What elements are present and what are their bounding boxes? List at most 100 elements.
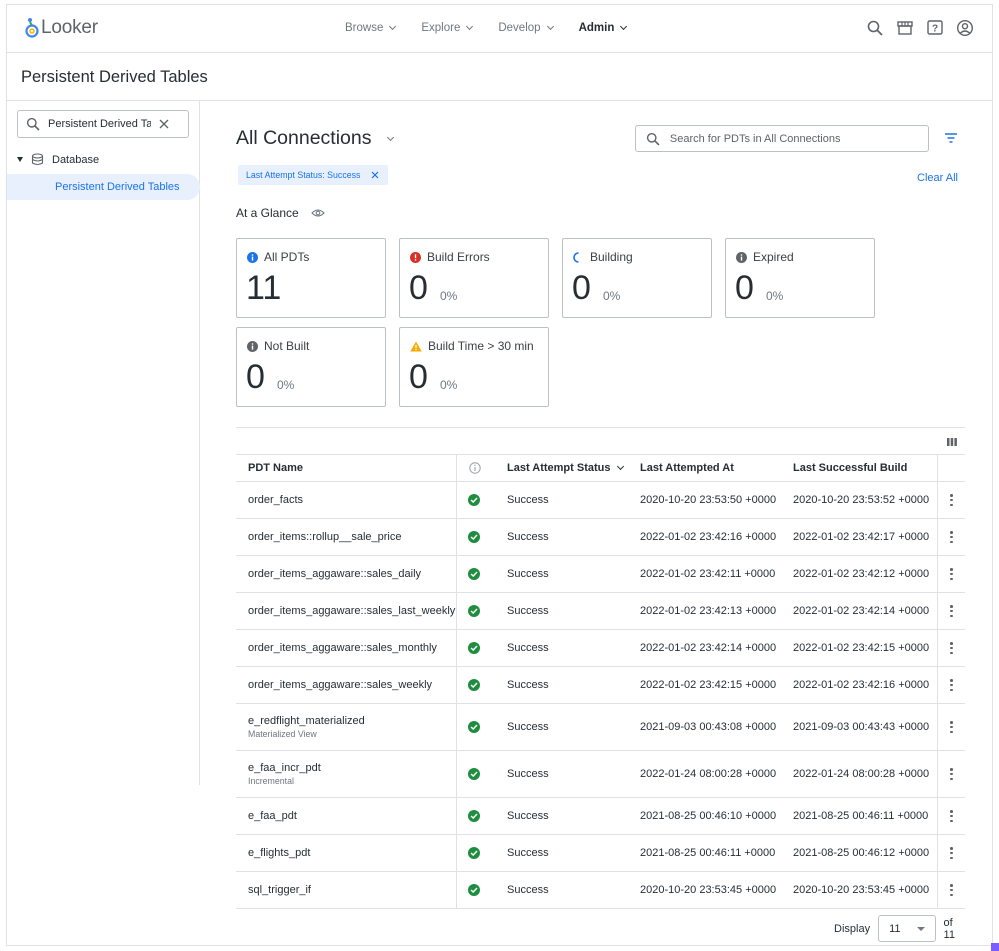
nav-item-admin[interactable]: Admin [579,22,628,34]
table-row[interactable]: order_items_aggaware::sales_last_weekly S… [236,593,965,630]
check-circle-icon [468,605,480,617]
pdt-search [635,125,929,152]
pdt-name[interactable]: e_redflight_materialized [248,715,365,727]
table-row[interactable]: e_faa_incr_pdt Incremental Success 2022-01-… [236,751,965,798]
connection-selector[interactable]: All Connections [236,127,394,150]
summary-card-build-time-30-min[interactable]: Build Time > 30 min 0 0% [399,327,549,407]
row-actions[interactable] [950,593,953,629]
table-row[interactable]: e_redflight_materialized Materialized Vie… [236,704,965,751]
pdt-name[interactable]: order_items_aggaware::sales_weekly [248,679,432,691]
table-row[interactable]: order_items_aggaware::sales_monthly Succe… [236,630,965,667]
sidebar: Database Persistent Derived Tables [7,101,200,785]
check-circle-icon [468,679,480,691]
table-row[interactable]: order_items_aggaware::sales_daily Success… [236,556,965,593]
summary-card-all-pdts[interactable]: All PDTs 11 [236,238,386,318]
table-row[interactable]: order_facts Success 2020-10-20 23:53:50 +0… [236,482,965,519]
status-icon-cell [468,519,480,555]
successful-cell: 2021-08-25 00:46:11 +0000 [793,810,929,822]
pdt-name[interactable]: order_items::rollup__sale_price [248,531,401,543]
pdt-name[interactable]: sql_trigger_if [248,884,311,896]
pdt-search-input[interactable] [669,132,918,145]
row-actions[interactable] [950,556,953,592]
table-row[interactable]: order_items_aggaware::sales_weekly Succes… [236,667,965,704]
looker-logo[interactable]: Looker [25,17,98,39]
row-actions[interactable] [950,519,953,555]
pdt-table: PDT Name Last Attempt Status Last Attemp… [236,454,965,909]
connection-title: All Connections [236,127,372,149]
pdt-name[interactable]: e_flights_pdt [248,847,310,859]
pdt-name[interactable]: order_items_aggaware::sales_monthly [248,642,437,654]
row-actions[interactable] [950,704,953,750]
info-icon [247,251,258,263]
help-icon[interactable]: ? [926,19,944,37]
row-actions[interactable] [950,482,953,518]
check-circle-icon [468,494,480,506]
pdt-name[interactable]: order_items_aggaware::sales_last_weekly [248,605,455,617]
card-header: Build Errors [410,250,490,264]
nav-item-explore[interactable]: Explore [421,22,474,34]
filter-chip[interactable]: Last Attempt Status: Success [238,165,389,185]
nav-item-browse[interactable]: Browse [345,22,397,34]
row-actions[interactable] [950,630,953,666]
per-page-select[interactable]: 11 [878,915,936,942]
table-row[interactable]: order_items::rollup__sale_price Success 20… [236,519,965,556]
more-vert-icon[interactable] [950,642,953,654]
clear-icon[interactable] [159,119,169,129]
pdt-name[interactable]: order_items_aggaware::sales_daily [248,568,421,580]
row-actions[interactable] [950,872,953,908]
check-circle-icon [468,768,480,780]
summary-card-building[interactable]: Building 0 0% [562,238,712,318]
table-row[interactable]: sql_trigger_if Success 2020-10-20 23:53:45… [236,872,965,909]
chevron-down-icon [620,22,628,31]
table-row[interactable]: e_flights_pdt Success 2021-08-25 00:46:11 … [236,835,965,872]
pdt-name[interactable]: order_facts [248,494,303,506]
eye-icon[interactable] [310,208,325,218]
row-actions[interactable] [950,667,953,703]
row-actions[interactable] [950,798,953,834]
clear-all-link[interactable]: Clear All [917,172,958,184]
header-last-attempted-at[interactable]: Last Attempted At [640,455,734,481]
more-vert-icon[interactable] [950,768,953,780]
status-icon-cell [468,872,480,908]
attempted-cell: 2022-01-02 23:42:14 +0000 [640,642,777,654]
more-vert-icon[interactable] [950,884,953,896]
tree-item-persistent-derived-tables[interactable]: Persistent Derived Tables [7,174,200,200]
more-vert-icon[interactable] [950,494,953,506]
row-actions[interactable] [950,751,953,797]
pdt-name[interactable]: e_faa_incr_pdt [248,762,321,774]
columns-icon[interactable] [947,438,957,446]
status-icon-cell [468,751,480,797]
search-icon [646,132,660,146]
more-vert-icon[interactable] [950,679,953,691]
tree-group-database[interactable]: Database [17,153,99,166]
more-vert-icon[interactable] [950,847,953,859]
check-circle-icon [468,568,480,580]
more-vert-icon[interactable] [950,531,953,543]
account-icon[interactable] [956,19,974,37]
more-vert-icon[interactable] [950,568,953,580]
expand-caret-icon[interactable] [17,157,23,162]
header-last-attempt-status[interactable]: Last Attempt Status [507,455,624,481]
header-last-successful-build[interactable]: Last Successful Build [793,455,907,481]
status-cell: Success [507,768,549,780]
filter-icon[interactable] [944,132,958,144]
more-vert-icon[interactable] [950,605,953,617]
row-actions[interactable] [950,835,953,871]
marketplace-icon[interactable] [896,19,914,37]
pdt-name[interactable]: e_faa_pdt [248,810,297,822]
table-row[interactable]: e_faa_pdt Success 2021-08-25 00:46:10 +000… [236,798,965,835]
more-vert-icon[interactable] [950,810,953,822]
nav-item-develop[interactable]: Develop [498,22,554,34]
pdt-name-cell: e_faa_pdt [248,798,297,834]
summary-card-expired[interactable]: Expired 0 0% [725,238,875,318]
attempted-cell: 2021-08-25 00:46:10 +0000 [640,810,777,822]
search-icon[interactable] [866,19,884,37]
header-pdt-name[interactable]: PDT Name [248,455,303,481]
summary-card-not-built[interactable]: Not Built 0 0% [236,327,386,407]
info-icon [247,340,258,352]
remove-filter-icon[interactable] [370,170,380,180]
more-vert-icon[interactable] [950,721,953,733]
successful-cell: 2022-01-02 23:42:17 +0000 [793,531,930,543]
summary-card-build-errors[interactable]: Build Errors 0 0% [399,238,549,318]
sidebar-search-input[interactable] [48,118,151,130]
